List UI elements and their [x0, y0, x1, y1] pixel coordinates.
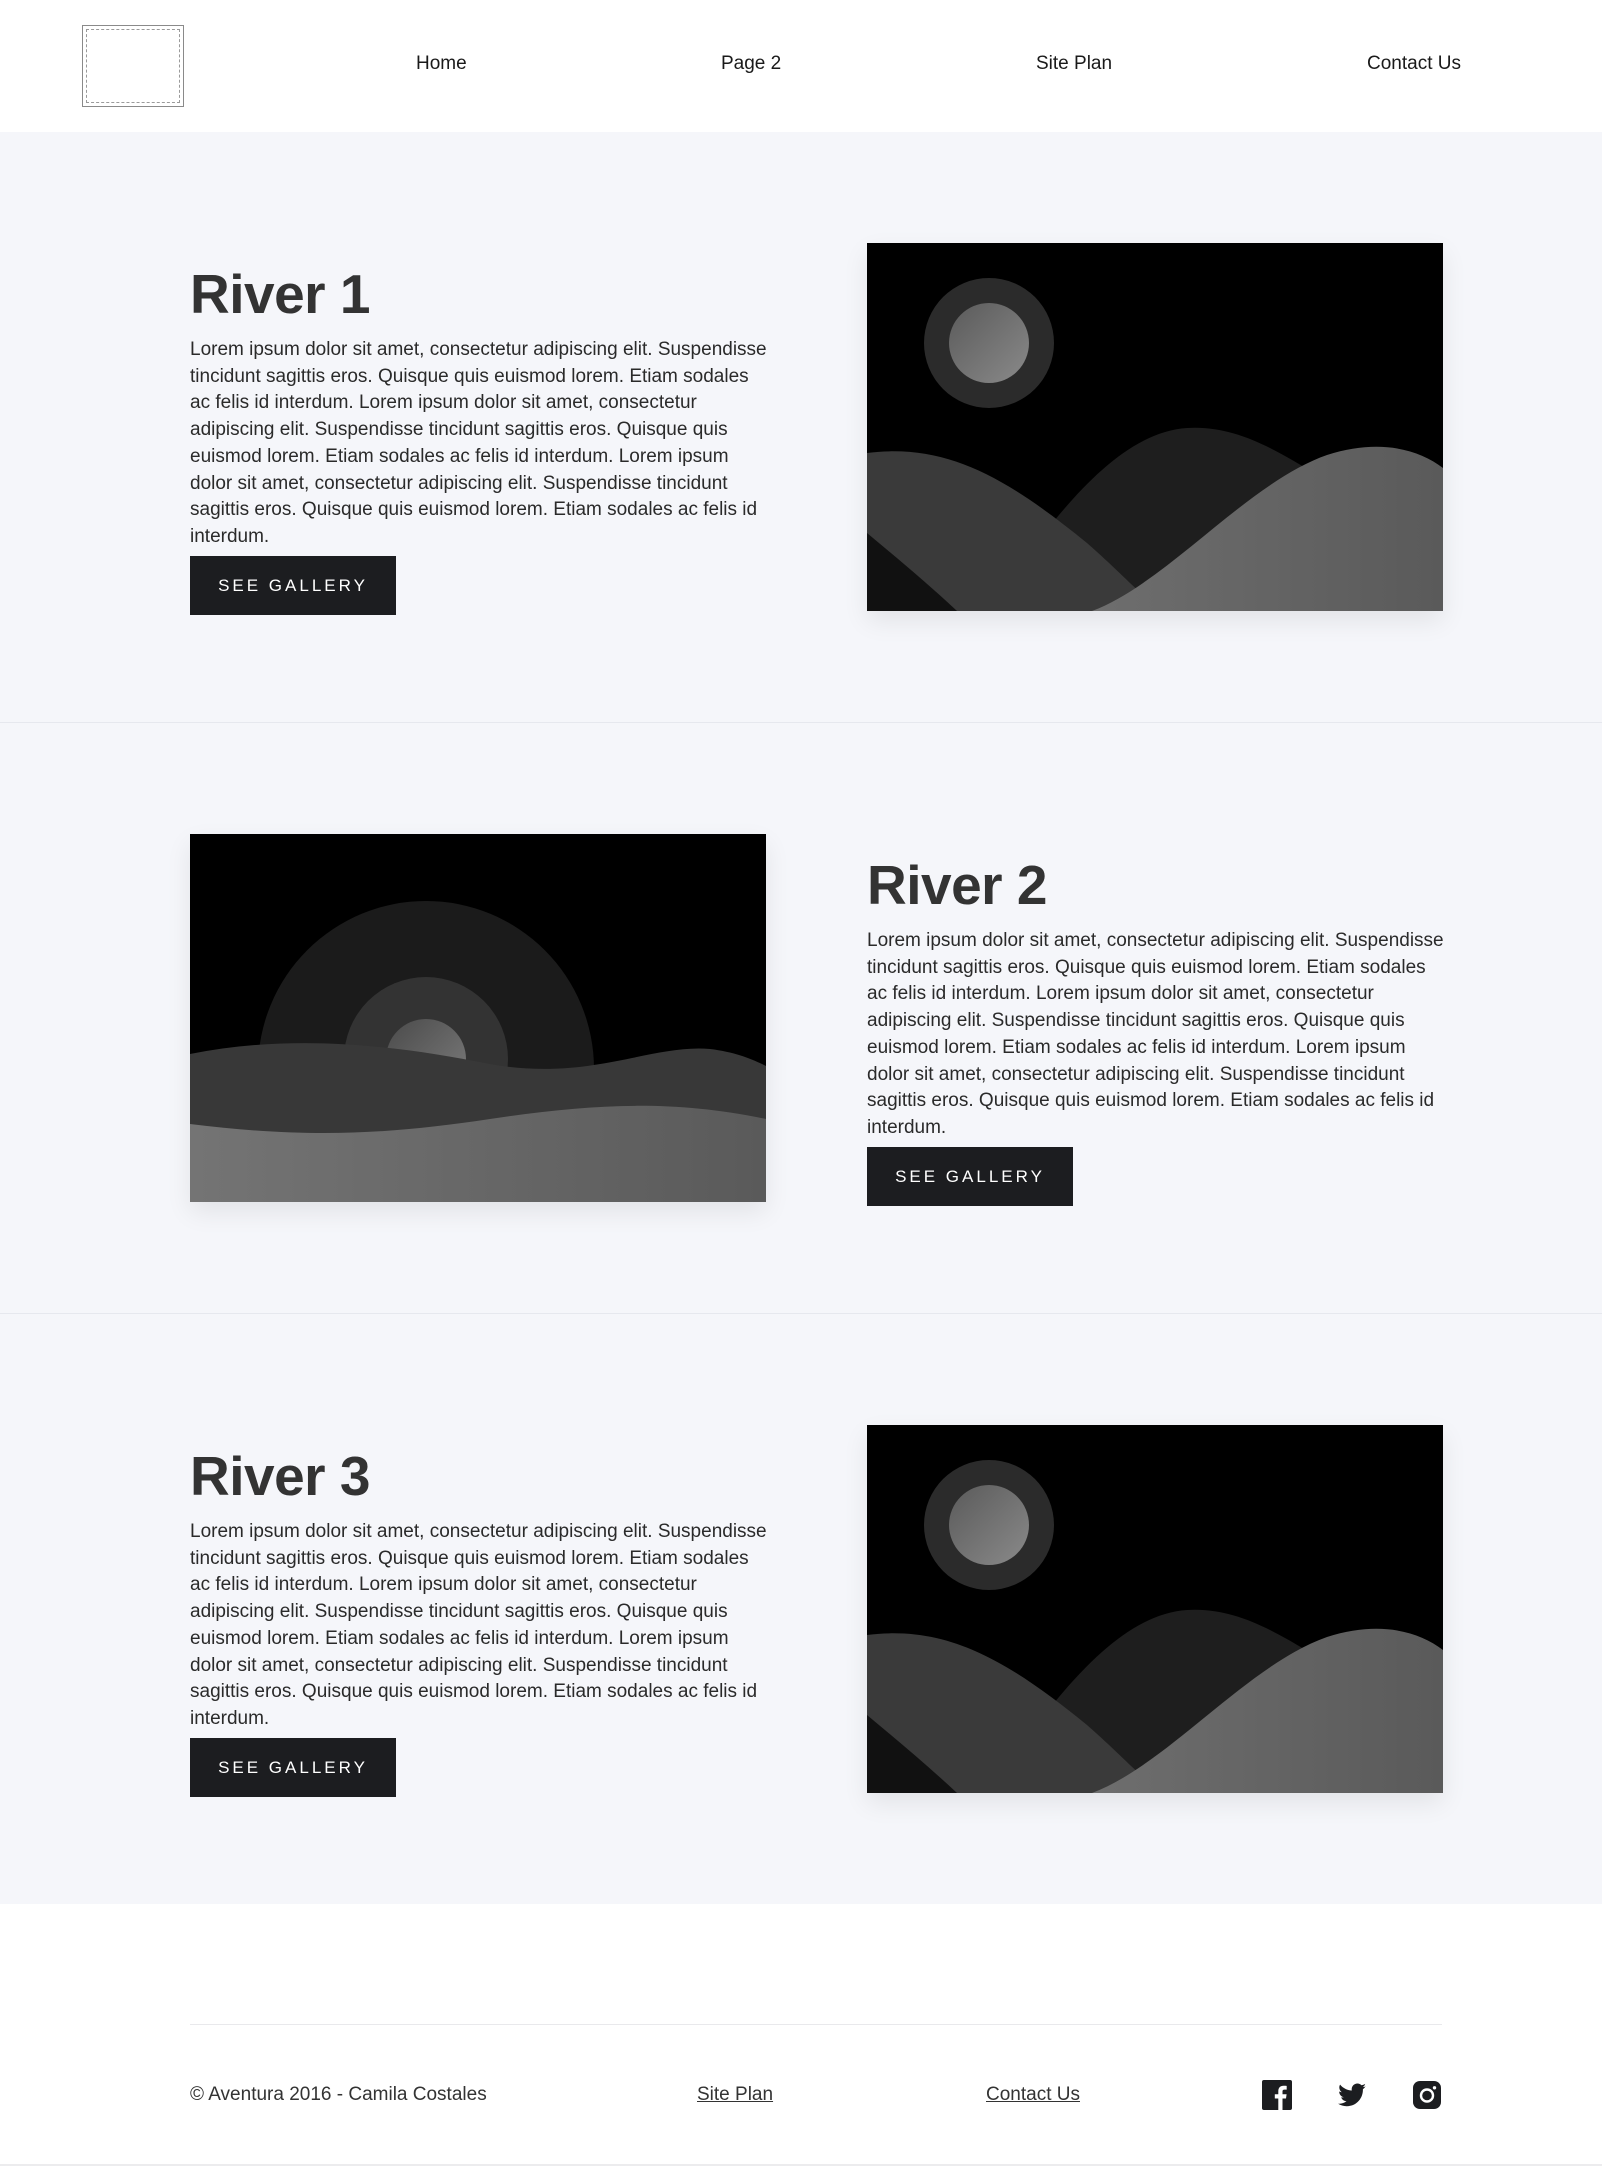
river-3-see-gallery-button[interactable]: SEE GALLERY	[190, 1738, 396, 1797]
river-1-image[interactable]	[867, 243, 1443, 611]
logo-placeholder[interactable]	[82, 25, 184, 107]
river-3-section: River 3 Lorem ipsum dolor sit amet, cons…	[0, 1314, 1602, 1904]
river-1-section: River 1 Lorem ipsum dolor sit amet, cons…	[0, 132, 1602, 722]
footer-contact-us-link[interactable]: Contact Us	[986, 2083, 1080, 2107]
twitter-icon[interactable]	[1337, 2080, 1367, 2110]
sunset-hills-illustration	[190, 834, 766, 1202]
river-1-see-gallery-button[interactable]: SEE GALLERY	[190, 556, 396, 615]
footer-divider	[190, 2024, 1442, 2025]
footer-site-plan-link[interactable]: Site Plan	[697, 2083, 773, 2107]
instagram-icon[interactable]	[1412, 2080, 1442, 2110]
page-bottom-rule	[0, 2164, 1602, 2166]
river-2-section: River 2 Lorem ipsum dolor sit amet, cons…	[0, 723, 1602, 1313]
moon-hills-illustration	[867, 243, 1443, 611]
river-3-description: Lorem ipsum dolor sit amet, consectetur …	[190, 1521, 767, 1729]
river-2-description: Lorem ipsum dolor sit amet, consectetur …	[867, 930, 1444, 1138]
river-3-title: River 3	[190, 1445, 370, 1507]
river-1-description: Lorem ipsum dolor sit amet, consectetur …	[190, 339, 767, 547]
river-3-image[interactable]	[867, 1425, 1443, 1793]
moon-hills-illustration	[867, 1425, 1443, 1793]
river-2-see-gallery-button[interactable]: SEE GALLERY	[867, 1147, 1073, 1206]
site-header: Home Page 2 Site Plan Contact Us	[0, 0, 1602, 132]
nav-contact-us[interactable]: Contact Us	[1367, 52, 1461, 76]
footer-copyright: © Aventura 2016 - Camila Costales	[190, 2084, 487, 2105]
river-1-title: River 1	[190, 263, 370, 325]
nav-page-2[interactable]: Page 2	[721, 52, 781, 76]
nav-home[interactable]: Home	[416, 52, 467, 76]
river-2-title: River 2	[867, 854, 1047, 916]
nav-site-plan[interactable]: Site Plan	[1036, 52, 1112, 76]
river-2-image[interactable]	[190, 834, 766, 1202]
facebook-icon[interactable]	[1262, 2080, 1292, 2110]
